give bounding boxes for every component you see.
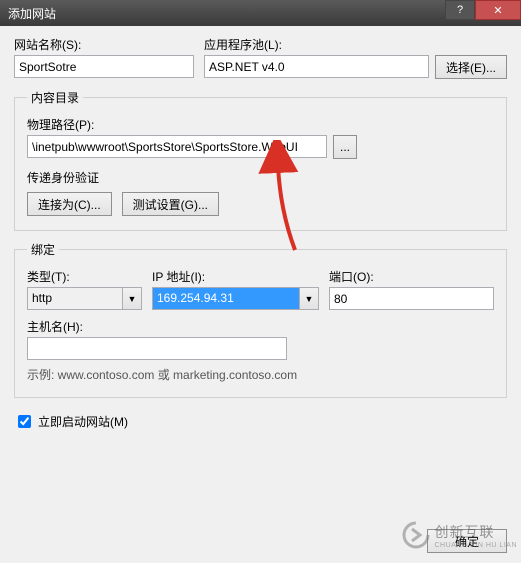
browse-path-button[interactable]: ... xyxy=(333,135,357,159)
content-directory-group: 内容目录 物理路径(P): ... 传递身份验证 连接为(C)... 测试设置(… xyxy=(14,89,507,231)
watermark-brand: 创新互联 xyxy=(434,522,517,542)
binding-port-input[interactable] xyxy=(329,287,494,310)
binding-type-label: 类型(T): xyxy=(27,268,142,285)
help-button[interactable]: ? xyxy=(445,0,475,20)
passthrough-auth-label: 传递身份验证 xyxy=(27,169,494,186)
binding-ip-label: IP 地址(I): xyxy=(152,268,319,285)
window-title: 添加网站 xyxy=(8,5,56,22)
binding-port-label: 端口(O): xyxy=(329,268,494,285)
binding-type-select[interactable]: http ▼ xyxy=(27,287,142,310)
connect-as-button[interactable]: 连接为(C)... xyxy=(27,192,112,216)
test-settings-button[interactable]: 测试设置(G)... xyxy=(122,192,219,216)
watermark: 创新互联 CHUANG XIN HU LIAN xyxy=(402,521,517,549)
watermark-sub: CHUANG XIN HU LIAN xyxy=(434,542,517,549)
start-immediately-label: 立即启动网站(M) xyxy=(38,413,128,430)
binding-group: 绑定 类型(T): http ▼ IP 地址(I): 169.254.94.31… xyxy=(14,241,507,398)
hostname-hint: 示例: www.contoso.com 或 marketing.contoso.… xyxy=(27,366,494,383)
app-pool-label: 应用程序池(L): xyxy=(204,36,507,53)
chevron-down-icon[interactable]: ▼ xyxy=(122,287,142,310)
hostname-input[interactable] xyxy=(27,337,287,360)
hostname-label: 主机名(H): xyxy=(27,318,287,335)
physical-path-label: 物理路径(P): xyxy=(27,116,494,133)
dialog-content: 网站名称(S): 应用程序池(L): 选择(E)... 内容目录 物理路径(P)… xyxy=(0,26,521,441)
window-controls: ? ✕ xyxy=(445,0,521,20)
titlebar: 添加网站 ? ✕ xyxy=(0,0,521,26)
start-immediately-checkbox[interactable] xyxy=(18,415,31,428)
app-pool-input xyxy=(204,55,429,78)
content-directory-legend: 内容目录 xyxy=(27,89,83,106)
watermark-logo-icon xyxy=(402,521,430,549)
close-button[interactable]: ✕ xyxy=(475,0,521,20)
binding-ip-select[interactable]: 169.254.94.31 ▼ xyxy=(152,287,319,310)
chevron-down-icon[interactable]: ▼ xyxy=(299,287,319,310)
site-name-label: 网站名称(S): xyxy=(14,36,194,53)
binding-legend: 绑定 xyxy=(27,241,59,258)
site-name-input[interactable] xyxy=(14,55,194,78)
physical-path-input[interactable] xyxy=(27,135,327,158)
select-pool-button[interactable]: 选择(E)... xyxy=(435,55,507,79)
